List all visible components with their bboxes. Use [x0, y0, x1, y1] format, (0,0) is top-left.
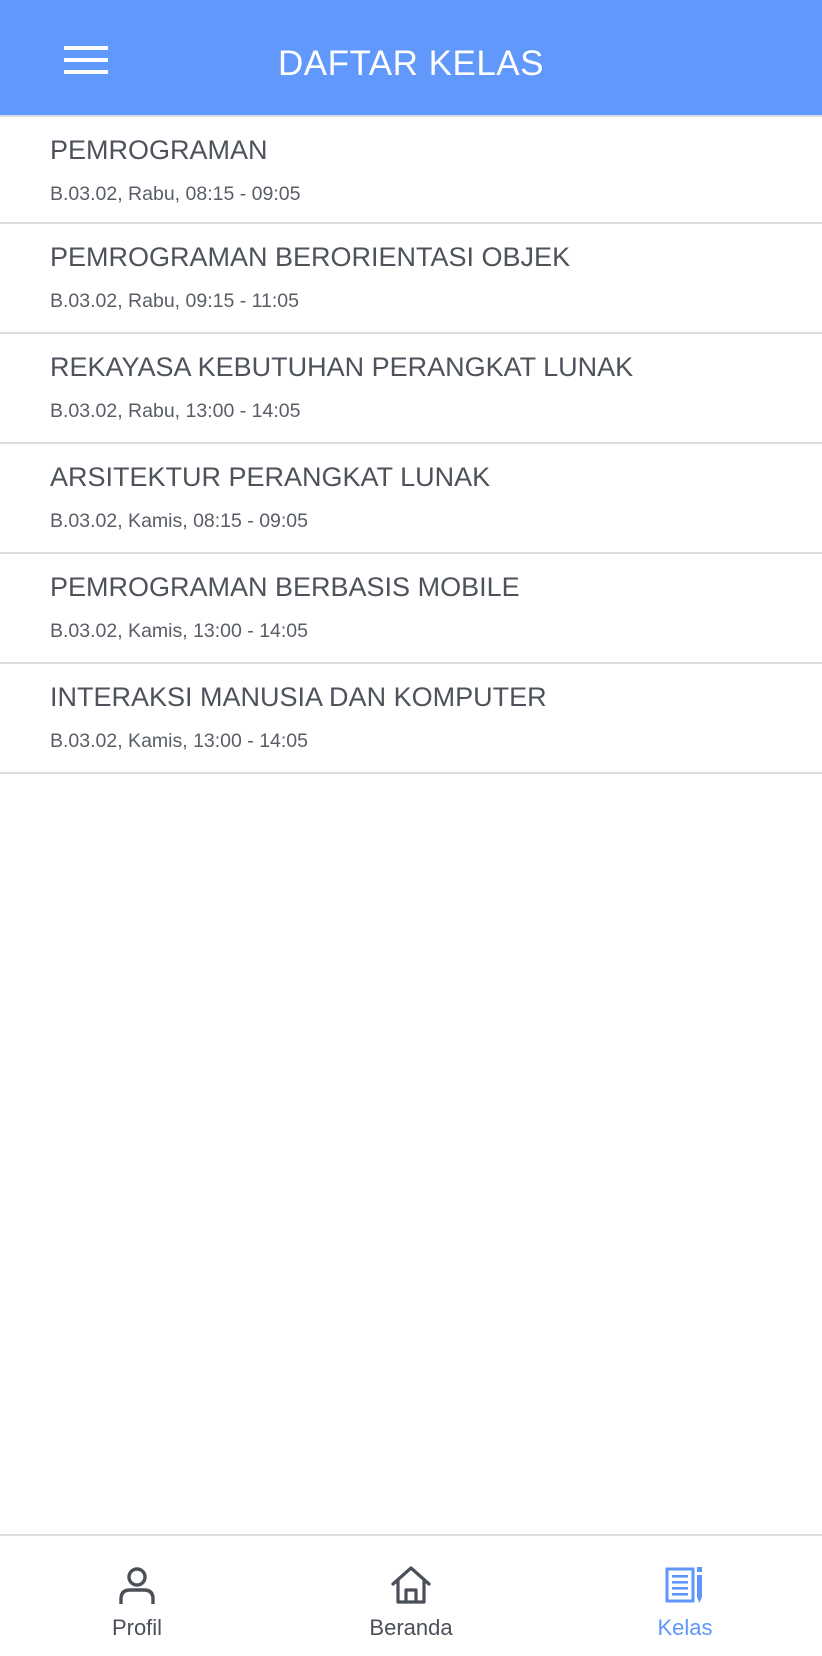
- page-title: DAFTAR KELAS: [278, 44, 544, 83]
- home-icon: [391, 1566, 431, 1604]
- class-list-item[interactable]: PEMROGRAMAN BERBASIS MOBILE B.03.02, Kam…: [0, 554, 822, 664]
- class-schedule: B.03.02, Kamis, 13:00 - 14:05: [50, 730, 308, 752]
- class-list-item[interactable]: INTERAKSI MANUSIA DAN KOMPUTER B.03.02, …: [0, 664, 822, 774]
- nav-item-kelas[interactable]: Kelas: [548, 1536, 822, 1656]
- class-name: PEMROGRAMAN BERORIENTASI OBJEK: [50, 242, 571, 272]
- bottom-navigation: Profil Beranda Kelas: [0, 1534, 822, 1656]
- class-list-item[interactable]: PEMROGRAMAN BERORIENTASI OBJEK B.03.02, …: [0, 224, 822, 334]
- class-name: ARSITEKTUR PERANGKAT LUNAK: [50, 462, 491, 492]
- class-name: INTERAKSI MANUSIA DAN KOMPUTER: [50, 682, 547, 712]
- nav-label: Beranda: [369, 1615, 453, 1640]
- class-list-item[interactable]: REKAYASA KEBUTUHAN PERANGKAT LUNAK B.03.…: [0, 334, 822, 444]
- class-schedule: B.03.02, Kamis, 08:15 - 09:05: [50, 510, 308, 532]
- nav-label: Profil: [111, 1615, 163, 1640]
- class-list-icon: [665, 1567, 702, 1603]
- class-schedule: B.03.02, Rabu, 08:15 - 09:05: [50, 183, 301, 205]
- person-icon: [119, 1567, 155, 1604]
- class-name: REKAYASA KEBUTUHAN PERANGKAT LUNAK: [50, 352, 634, 382]
- menu-button[interactable]: [50, 34, 122, 86]
- class-list: PEMROGRAMAN B.03.02, Rabu, 08:15 - 09:05…: [0, 117, 822, 774]
- nav-item-profil[interactable]: Profil: [0, 1536, 274, 1656]
- app-bar: DAFTAR KELAS: [0, 0, 822, 117]
- nav-item-beranda[interactable]: Beranda: [274, 1536, 548, 1656]
- hamburger-menu-icon: [64, 46, 108, 74]
- class-schedule: B.03.02, Kamis, 13:00 - 14:05: [50, 620, 308, 642]
- class-schedule: B.03.02, Rabu, 13:00 - 14:05: [50, 400, 301, 422]
- class-list-item[interactable]: ARSITEKTUR PERANGKAT LUNAK B.03.02, Kami…: [0, 444, 822, 554]
- nav-label: Kelas: [657, 1615, 713, 1640]
- class-schedule: B.03.02, Rabu, 09:15 - 11:05: [50, 290, 299, 312]
- class-list-item[interactable]: PEMROGRAMAN B.03.02, Rabu, 08:15 - 09:05: [0, 117, 822, 224]
- class-name: PEMROGRAMAN BERBASIS MOBILE: [50, 572, 520, 602]
- class-name: PEMROGRAMAN: [50, 135, 268, 165]
